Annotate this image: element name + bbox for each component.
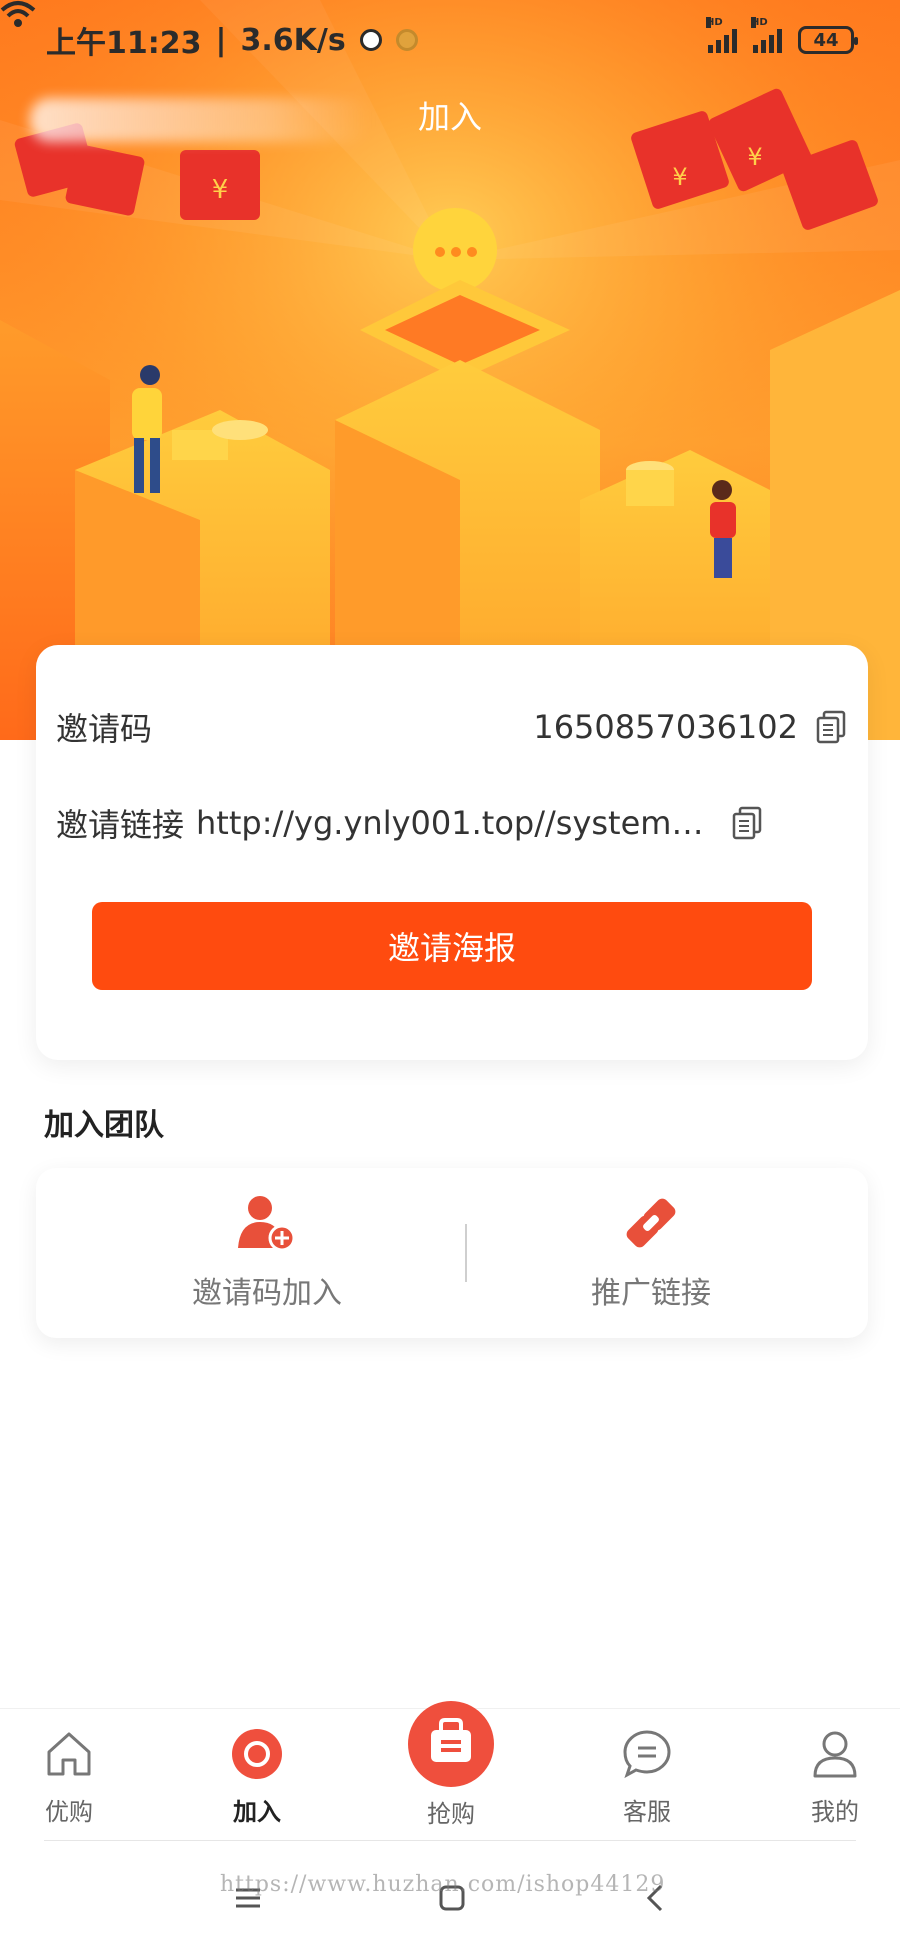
svg-text:¥: ¥ [212,175,229,205]
divider-line [44,1840,856,1841]
tab-home[interactable]: 优购 [0,1728,139,1827]
invite-link-row: 邀请链接 http://yg.ynly001.top//system/membe… [56,798,846,848]
tab-flash-buy[interactable]: 抢购 [381,1700,521,1829]
signal-hd-label: HD [706,17,723,28]
tab-join[interactable]: 加入 [187,1728,327,1827]
invite-code-join-label: 邀请码加入 [192,1276,342,1311]
app-notification-icon [395,29,418,51]
user-add-icon [238,1196,296,1252]
promo-link-button[interactable]: 推广链接 [501,1192,801,1322]
status-separator: | [215,22,227,58]
invite-code-row: 邀请码 1650857036102 [56,702,846,752]
shopping-bag-icon [408,1701,494,1787]
invite-code-label: 邀请码 [56,710,153,748]
tab-flash-buy-label: 抢购 [427,1800,475,1828]
tab-service-label: 客服 [623,1798,671,1826]
invite-link-label: 邀请链接 [56,806,185,844]
watermark-text: https://www.huzhan.com/ishop44129 [220,1872,666,1897]
wifi-icon [0,1,36,27]
hero-banner: ¥ ¥ ¥ 上午11:23 | 3.6K/s HD HD 44 加入 [0,0,900,740]
network-speed: 3.6K/s [240,22,346,58]
copy-icon[interactable] [816,710,846,744]
team-divider [465,1224,467,1282]
notification-icon [359,29,382,51]
status-bar: 上午11:23 | 3.6K/s HD HD 44 [0,0,900,80]
invite-code-value: 1650857036102 [533,708,798,746]
tab-join-label: 加入 [233,1798,281,1826]
invite-link-value: http://yg.ynly001.top//system/member/reg… [196,804,715,842]
tab-mine-label: 我的 [811,1798,859,1826]
tab-service[interactable]: 客服 [577,1728,717,1827]
join-circle-icon [232,1729,282,1779]
battery-icon: 44 [798,26,858,54]
chat-icon [623,1730,671,1779]
copy-icon[interactable] [732,806,762,840]
tab-home-label: 优购 [45,1798,93,1826]
tab-mine[interactable]: 我的 [765,1728,900,1827]
home-icon [47,1732,91,1776]
invite-code-join-button[interactable]: 邀请码加入 [117,1192,417,1322]
signal-icon-2: HD [751,17,782,53]
signal-icon: HD [706,17,737,53]
svg-text:¥: ¥ [747,143,762,171]
signal-hd-label-2: HD [751,17,768,28]
invite-poster-button[interactable]: 邀请海报 [92,902,812,990]
battery-level: 44 [813,29,839,51]
page-title: 加入 [417,98,482,136]
link-icon [626,1198,676,1248]
join-team-title: 加入团队 [44,1108,164,1143]
status-time: 上午11:23 [46,26,202,61]
svg-text:¥: ¥ [672,163,687,191]
user-icon [813,1731,857,1778]
promo-link-label: 推广链接 [591,1276,711,1311]
